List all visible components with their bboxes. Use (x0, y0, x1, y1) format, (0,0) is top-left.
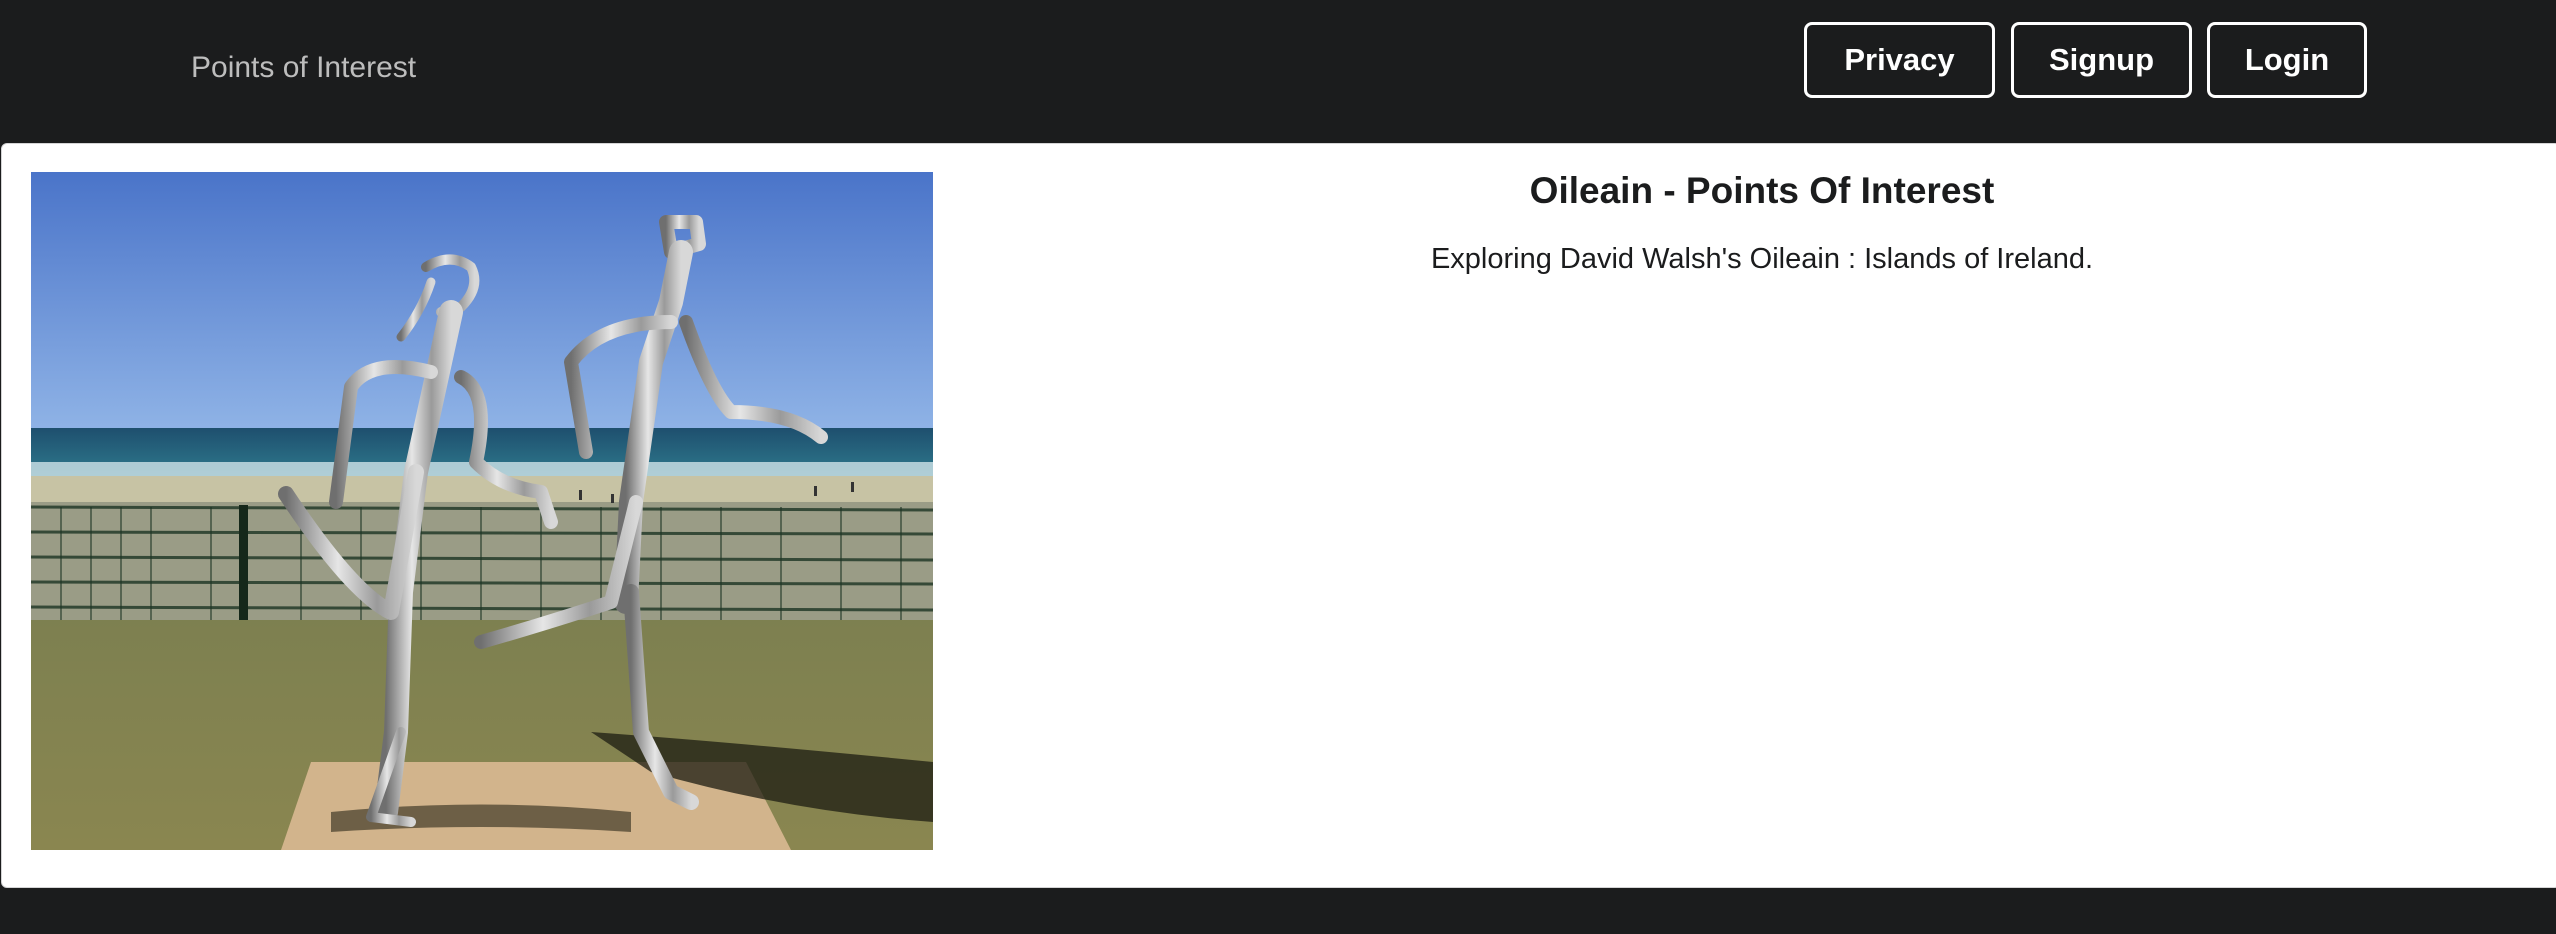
page-subtitle: Exploring David Walsh's Oileain : Island… (1430, 243, 2094, 275)
page-title: Oileain - Points Of Interest (1529, 170, 1995, 211)
signup-button[interactable]: Signup (2011, 22, 2192, 98)
sculpture-photo (31, 172, 933, 850)
brand-link[interactable]: Points of Interest (191, 48, 416, 88)
login-button[interactable]: Login (2207, 22, 2367, 98)
hero-card: Oileain - Points Of Interest Exploring D… (1, 143, 2556, 888)
top-navbar: Points of Interest Privacy Signup Login (0, 0, 2556, 142)
privacy-button[interactable]: Privacy (1804, 22, 1995, 98)
